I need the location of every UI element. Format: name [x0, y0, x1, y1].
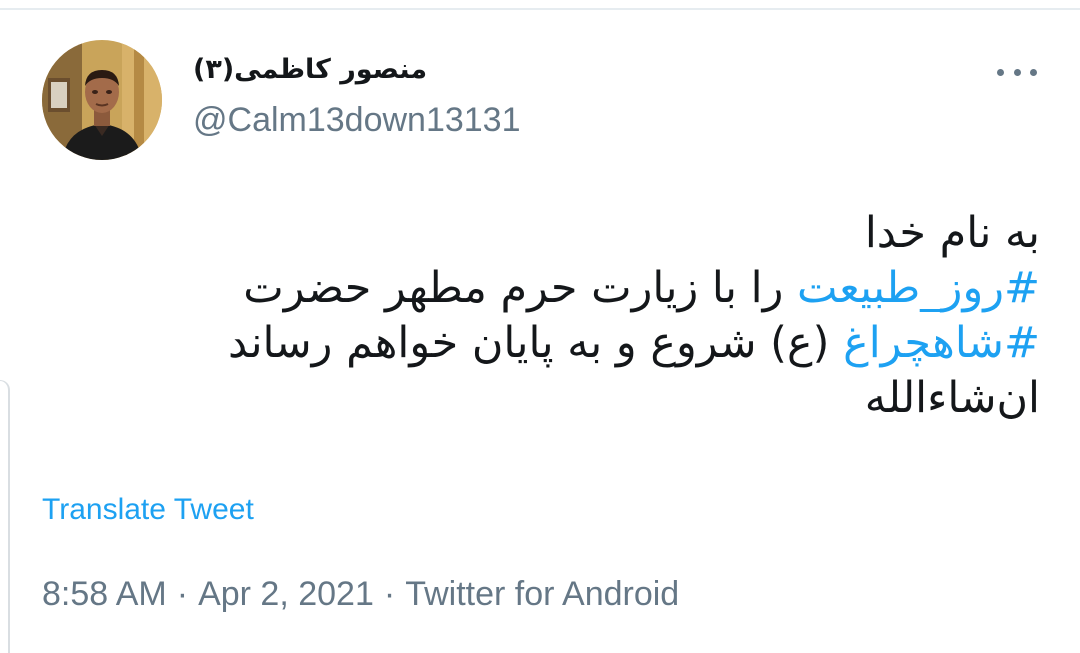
author-display-name[interactable]: منصور کاظمی(۳) [193, 50, 427, 90]
tweet-body: به نام خدا #روز_طبیعت را با زیارت حرم مط… [80, 206, 1040, 426]
tweet-source-link[interactable]: Twitter for Android [405, 575, 679, 613]
scroll-edge [0, 380, 10, 653]
translate-tweet-link[interactable]: Translate Tweet [42, 490, 254, 530]
hashtag-link-rooz-tabiat[interactable]: #روز_طبیعت [797, 263, 1040, 313]
more-options-icon-dot [1030, 68, 1037, 76]
tweet-date: Apr 2, 2021 [198, 575, 374, 613]
author-handle[interactable]: @Calm13down13131 [193, 100, 521, 140]
hashtag-link-shahcheragh[interactable]: #شاهچراغ [843, 318, 1040, 368]
tweet-detail-view: منصور کاظمی(۳) @Calm13down13131 به نام خ… [0, 0, 1080, 653]
tweet-line-3: #شاهچراغ (ع) شروع و به پایان خواهم رساند [80, 316, 1040, 371]
author-avatar[interactable] [42, 40, 162, 160]
more-options-button[interactable] [997, 60, 1037, 84]
more-options-icon-dot [1013, 68, 1021, 76]
tweet-line-2: #روز_طبیعت را با زیارت حرم مطهر حضرت [80, 261, 1040, 316]
tweet-line-4: ان‌شاءالله [864, 373, 1040, 423]
top-divider [0, 8, 1080, 10]
meta-separator: · [176, 575, 189, 613]
tweet-metadata: 8:58 AM · Apr 2, 2021 · Twitter for Android [42, 573, 679, 615]
tweet-time: 8:58 AM [42, 575, 167, 613]
tweet-line-3-text: (ع) شروع و به پایان خواهم رساند [228, 318, 844, 368]
more-options-icon [997, 68, 1004, 76]
meta-separator: · [383, 575, 396, 613]
user-avatar-photo-icon [42, 40, 162, 160]
tweet-line-1: به نام خدا [864, 208, 1040, 258]
tweet-line-2-text: را با زیارت حرم مطهر حضرت [243, 263, 798, 313]
